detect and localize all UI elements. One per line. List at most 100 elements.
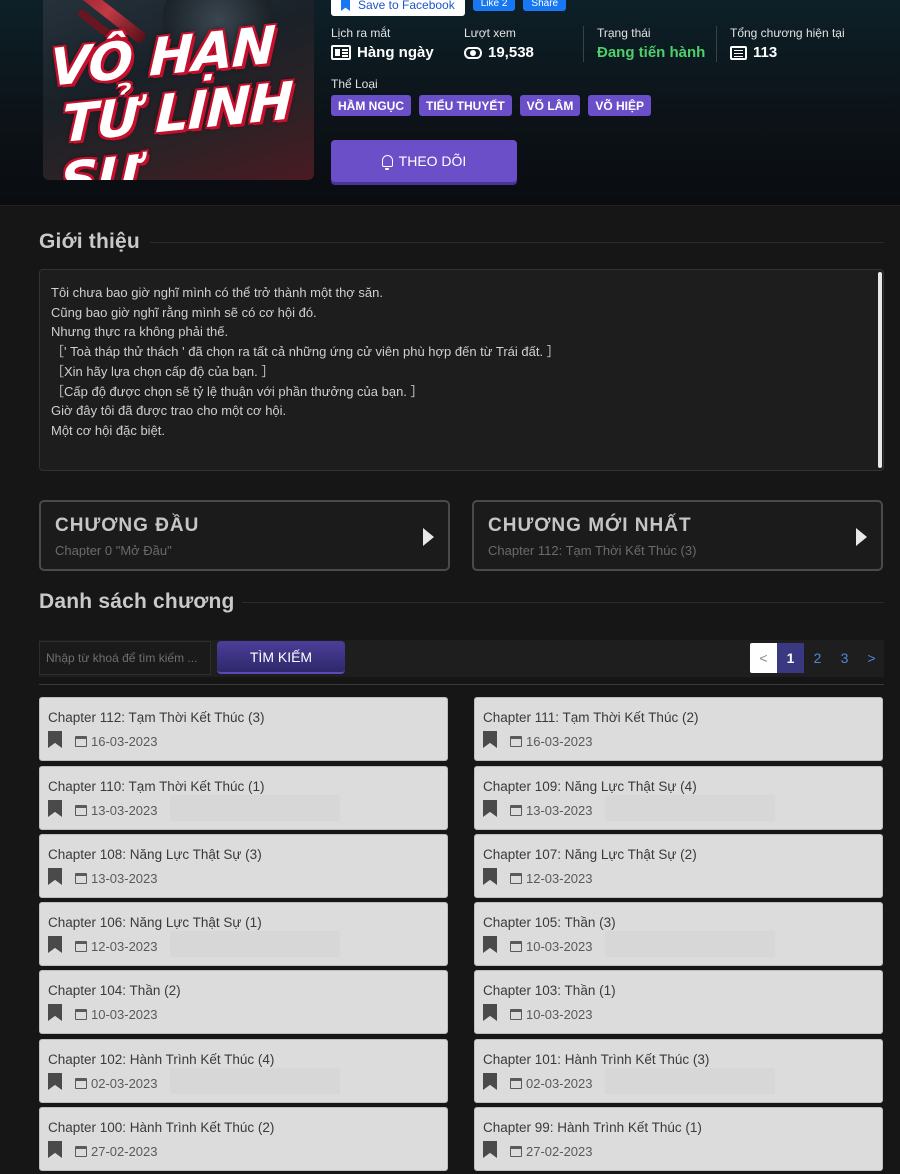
chapter-date: 27-02-2023 <box>75 1144 158 1159</box>
chapter-search-input[interactable] <box>39 641 211 675</box>
facebook-like-button[interactable]: Like 2 <box>472 0 516 11</box>
bookmark-icon[interactable] <box>483 1073 497 1090</box>
first-chapter-button[interactable]: CHƯƠNG ĐẦU Chapter 0 "Mở Đầu" <box>39 500 450 571</box>
genre-tag[interactable]: HẦM NGỤC <box>331 95 411 116</box>
chapter-date: 10-03-2023 <box>510 1007 593 1022</box>
bookmark-icon[interactable] <box>48 1073 62 1090</box>
bookmark-icon[interactable] <box>483 936 497 953</box>
intro-line: Nhưng thực ra không phải thế. <box>51 324 229 340</box>
chapter-date: 10-03-2023 <box>510 939 593 954</box>
calendar-icon <box>75 873 87 884</box>
chapter-name: Chapter 110: Tạm Thời Kết Thúc (1) <box>48 779 265 794</box>
chapter-date-text: 27-02-2023 <box>91 1144 158 1159</box>
chapter-name: Chapter 100: Hành Trình Kết Thúc (2) <box>48 1120 275 1135</box>
bookmark-icon[interactable] <box>483 1141 497 1158</box>
calendar-icon <box>510 1078 522 1089</box>
chapter-name: Chapter 103: Thần (1) <box>483 983 616 998</box>
chapter-date-text: 12-03-2023 <box>91 939 158 954</box>
calendar-icon <box>510 1146 522 1157</box>
bookmark-icon[interactable] <box>483 800 497 817</box>
row-highlight <box>605 1068 775 1094</box>
chapter-item[interactable]: Chapter 101: Hành Trình Kết Thúc (3) 02-… <box>474 1039 883 1103</box>
chapter-date: 16-03-2023 <box>510 734 593 749</box>
calendar-icon <box>510 941 522 952</box>
calendar-icon <box>75 1078 87 1089</box>
chapter-item[interactable]: Chapter 105: Thần (3) 10-03-2023 <box>474 902 883 966</box>
meta-schedule-value: Hàng ngày <box>331 44 434 61</box>
search-button[interactable]: TÌM KIẾM <box>217 641 345 674</box>
bookmark-icon[interactable] <box>48 731 62 748</box>
chapter-item[interactable]: Chapter 110: Tạm Thời Kết Thúc (1) 13-03… <box>39 766 448 830</box>
meta-views-label: Lượt xem <box>464 26 516 40</box>
chapter-name: Chapter 111: Tạm Thời Kết Thúc (2) <box>483 710 699 725</box>
chapter-item[interactable]: Chapter 109: Năng Lực Thật Sự (4) 13-03-… <box>474 766 883 830</box>
genre-tag[interactable]: VÕ HIỆP <box>588 95 652 116</box>
chapter-item[interactable]: Chapter 102: Hành Trình Kết Thúc (4) 02-… <box>39 1039 448 1103</box>
facebook-share-button[interactable]: Share <box>523 0 567 11</box>
chapter-item[interactable]: Chapter 104: Thần (2) 10-03-2023 <box>39 970 448 1034</box>
chapter-date-text: 16-03-2023 <box>526 734 593 749</box>
chapter-name: Chapter 101: Hành Trình Kết Thúc (3) <box>483 1052 710 1067</box>
follow-label: THEO DÕI <box>398 153 467 169</box>
first-chapter-title: CHƯƠNG ĐẦU <box>55 515 200 536</box>
chapter-name: Chapter 108: Năng Lực Thật Sự (3) <box>48 847 262 862</box>
chapter-name: Chapter 109: Năng Lực Thật Sự (4) <box>483 779 697 794</box>
facebook-save-button[interactable]: Save to Facebook <box>331 0 465 16</box>
calendar-icon <box>510 736 522 747</box>
pagination-page[interactable]: 1 <box>777 643 804 673</box>
chapter-item[interactable]: Chapter 111: Tạm Thời Kết Thúc (2) 16-03… <box>474 697 883 761</box>
meta-views-text: 19,538 <box>488 44 534 61</box>
chapter-date-text: 12-03-2023 <box>526 871 593 886</box>
bookmark-icon[interactable] <box>48 800 62 817</box>
pagination-page[interactable]: 3 <box>831 643 858 673</box>
intro-line: Tôi chưa bao giờ nghĩ mình có thể trở th… <box>51 285 384 300</box>
intro-description: Tôi chưa bao giờ nghĩ mình có thể trở th… <box>39 269 884 471</box>
meta-status-value: Đang tiến hành <box>597 44 706 61</box>
bookmark-icon[interactable] <box>48 936 62 953</box>
cover-image[interactable]: VÔ HẠN TỬ LINH SƯ <box>43 0 314 180</box>
bookmark-icon[interactable] <box>483 868 497 885</box>
bookmark-icon[interactable] <box>48 1141 62 1158</box>
bookmark-icon[interactable] <box>483 1004 497 1021</box>
bookmark-icon[interactable] <box>483 731 497 748</box>
chapter-item[interactable]: Chapter 106: Năng Lực Thật Sự (1) 12-03-… <box>39 902 448 966</box>
chapter-date: 12-03-2023 <box>510 871 593 886</box>
chapter-date: 13-03-2023 <box>510 803 593 818</box>
chapter-name: Chapter 112: Tạm Thời Kết Thúc (3) <box>48 710 265 725</box>
chapter-item[interactable]: Chapter 99: Hành Trình Kết Thúc (1) 27-0… <box>474 1107 883 1171</box>
bookmark-icon[interactable] <box>48 868 62 885</box>
genre-tag[interactable]: TIỂU THUYẾT <box>419 95 512 116</box>
pagination-page[interactable]: 2 <box>804 643 831 673</box>
calendar-icon <box>510 873 522 884</box>
calendar-icon <box>75 805 87 816</box>
pagination-next[interactable]: > <box>858 643 885 673</box>
genre-tags: HẦM NGỤC TIỂU THUYẾT VÕ LÂM VÕ HIỆP <box>331 95 652 116</box>
chapter-item[interactable]: Chapter 107: Năng Lực Thật Sự (2) 12-03-… <box>474 834 883 898</box>
chapter-list-title: Danh sách chương <box>39 590 235 613</box>
bookmark-icon[interactable] <box>48 1004 62 1021</box>
chapter-item[interactable]: Chapter 112: Tạm Thời Kết Thúc (3) 16-03… <box>39 697 448 761</box>
meta-chapters-label: Tổng chương hiện tại <box>730 26 845 40</box>
chapter-item[interactable]: Chapter 108: Năng Lực Thật Sự (3) 13-03-… <box>39 834 448 898</box>
intro-scrollbar[interactable] <box>878 272 882 468</box>
chapter-item[interactable]: Chapter 103: Thần (1) 10-03-2023 <box>474 970 883 1034</box>
section-divider <box>242 602 884 603</box>
pagination-prev[interactable]: < <box>750 643 777 673</box>
chapter-date: 12-03-2023 <box>75 939 158 954</box>
intro-line: Giờ đây tôi đã được trao cho một cơ hội. <box>51 403 287 419</box>
intro-line: ［Cấp độ được chọn sẽ tỷ lệ thuận với phầ… <box>51 383 424 399</box>
latest-chapter-button[interactable]: CHƯƠNG MỚI NHẤT Chapter 112: Tạm Thời Kế… <box>472 500 883 571</box>
chapter-date-text: 02-03-2023 <box>526 1076 593 1091</box>
chapter-name: Chapter 105: Thần (3) <box>483 915 616 930</box>
intro-line: ［' Toà tháp thử thách ' đã chọn ra tất c… <box>51 344 560 360</box>
chapter-name: Chapter 102: Hành Trình Kết Thúc (4) <box>48 1052 275 1067</box>
chapter-date: 27-02-2023 <box>510 1144 593 1159</box>
facebook-buttons: Save to Facebook Like 2 Share <box>331 0 567 16</box>
bookmark-icon <box>341 0 350 11</box>
meta-views-value: 19,538 <box>464 44 534 61</box>
intro-title: Giới thiệu <box>39 230 140 253</box>
chapter-item[interactable]: Chapter 100: Hành Trình Kết Thúc (2) 27-… <box>39 1107 448 1171</box>
genre-tag[interactable]: VÕ LÂM <box>519 95 581 116</box>
chapter-name: Chapter 107: Năng Lực Thật Sự (2) <box>483 847 697 862</box>
follow-button[interactable]: THEO DÕI <box>331 140 517 182</box>
